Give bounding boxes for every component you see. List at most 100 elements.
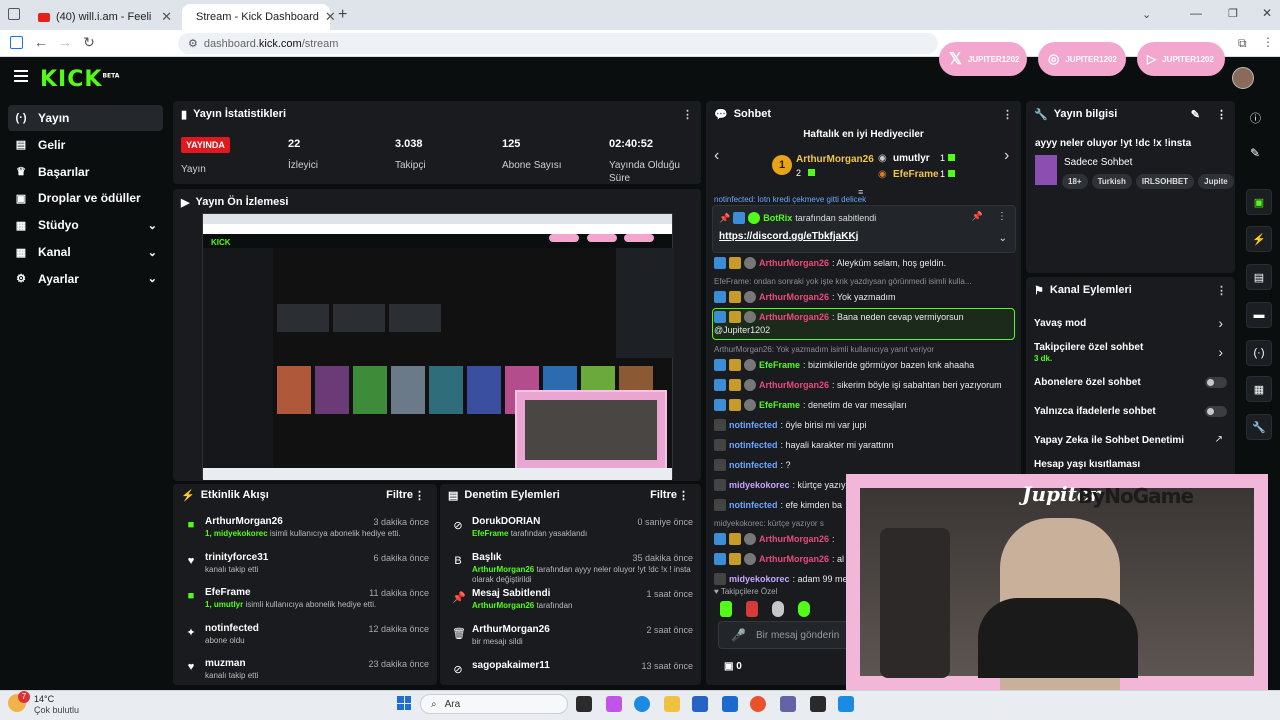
- moderation-event[interactable]: 📌 Mesaj Sabitlendi 1 saat önce ArthurMorgan…: [448, 588, 693, 622]
- store-icon[interactable]: [692, 696, 708, 712]
- sidebar-item[interactable]: ⚙ Ayarlar ⌄: [8, 266, 163, 292]
- hamburger-menu-icon[interactable]: [14, 70, 28, 82]
- moderation-event[interactable]: ⊘ sagopakaimer11 13 saat önce: [448, 660, 693, 685]
- chat-button[interactable]: ▬: [1246, 302, 1272, 328]
- chevron-right-icon[interactable]: ›: [1218, 344, 1223, 360]
- chat-message[interactable]: ArthurMorgan26: Yok yazmadım: [714, 289, 1015, 305]
- address-bar[interactable]: ⚙ dashboard.kick.com/stream: [178, 33, 938, 54]
- account-age-label[interactable]: Hesap yaşı kısıtlaması: [1034, 459, 1140, 470]
- chat-message[interactable]: ArthurMorgan26: Aleyküm selam, hoş geldi…: [714, 255, 1015, 271]
- event-user[interactable]: trinityforce31: [205, 552, 268, 563]
- more-icon[interactable]: ⋮: [1216, 108, 1227, 121]
- chevron-down-icon[interactable]: ⌄: [999, 233, 1007, 244]
- chat-message[interactable]: ArthurMorgan26: sikerim böyle işi sabaht…: [714, 377, 1015, 393]
- chevron-left-icon[interactable]: ‹: [714, 147, 719, 165]
- taskbar-app-icon[interactable]: [838, 696, 854, 712]
- external-link-icon[interactable]: ↗: [1215, 434, 1223, 445]
- event-title[interactable]: sagopakaimer11: [472, 660, 550, 671]
- emote-icon[interactable]: [798, 601, 810, 617]
- unpin-icon[interactable]: 📌: [972, 211, 983, 222]
- activity-event[interactable]: ♥ trinityforce31 6 dakika önce kanalı takip…: [181, 552, 429, 586]
- chat-username[interactable]: midyekokorec: [729, 574, 790, 584]
- site-info-icon[interactable]: ⚙: [188, 37, 198, 50]
- slow-mode-label[interactable]: Yavaş mod: [1034, 318, 1086, 329]
- close-icon[interactable]: ✕: [161, 9, 172, 25]
- sidebar-item[interactable]: ▤ Gelir: [8, 132, 163, 158]
- emote-only-toggle[interactable]: [1205, 406, 1227, 417]
- tab-list-icon[interactable]: ⌄: [1142, 8, 1151, 21]
- event-user[interactable]: ArthurMorgan26: [205, 516, 283, 527]
- chat-username[interactable]: ArthurMorgan26: [759, 292, 829, 302]
- sidebar-item[interactable]: ▦ Stüdyo ⌄: [8, 212, 163, 238]
- document-button[interactable]: ▤: [1246, 264, 1272, 290]
- event-title[interactable]: Başlık: [472, 552, 501, 563]
- event-user[interactable]: muzman: [205, 658, 246, 669]
- pinned-author[interactable]: BotRix: [763, 213, 792, 223]
- chat-message[interactable]: notinfected: hayali karakter mi yarattın…: [714, 437, 1015, 453]
- event-title[interactable]: ArthurMorgan26: [472, 624, 550, 635]
- edge-icon[interactable]: [634, 696, 650, 712]
- more-icon[interactable]: ⋮: [414, 489, 425, 502]
- emote-icon[interactable]: [720, 601, 732, 617]
- sidebar-item[interactable]: (·) Yayın: [8, 105, 163, 131]
- chevron-down-icon[interactable]: ⌄: [148, 272, 157, 285]
- edit-icon[interactable]: ✎: [1191, 108, 1200, 121]
- gifter-name[interactable]: ArthurMorgan26: [796, 154, 874, 165]
- lightning-button[interactable]: ⚡: [1246, 226, 1272, 252]
- chat-username[interactable]: notinfected: [729, 500, 778, 510]
- back-icon[interactable]: ←: [30, 34, 52, 50]
- task-view-icon[interactable]: [576, 696, 592, 712]
- quick-action-button[interactable]: ▣: [1246, 189, 1272, 215]
- avatar[interactable]: [1232, 67, 1254, 89]
- more-icon[interactable]: ⋮: [997, 211, 1007, 222]
- browser-menu-icon[interactable]: ⋮: [1262, 35, 1274, 49]
- emote-icon[interactable]: [772, 601, 784, 617]
- emote-icon[interactable]: [746, 601, 758, 617]
- chat-username[interactable]: notinfected: [729, 460, 778, 470]
- event-user[interactable]: EfeFrame: [205, 587, 251, 598]
- subscribers-only-toggle[interactable]: [1205, 377, 1227, 388]
- tag[interactable]: IRLSOHBET: [1135, 174, 1195, 189]
- moderation-event[interactable]: 🗑 ArthurMorgan26 2 saat önce bir mesajı sil…: [448, 624, 693, 658]
- close-window-icon[interactable]: ✕: [1262, 6, 1272, 20]
- sidebar-item[interactable]: ▦ Kanal ⌄: [8, 239, 163, 265]
- pencil-icon[interactable]: ✎: [1250, 146, 1260, 160]
- activity-event[interactable]: ✦ notinfected 12 dakika önce abone oldu: [181, 623, 429, 657]
- broadcast-button[interactable]: (·): [1246, 340, 1272, 366]
- more-icon[interactable]: ⋮: [1002, 108, 1013, 121]
- gifter-name[interactable]: umutlyr: [893, 153, 930, 164]
- chat-username[interactable]: notinfected: [729, 420, 778, 430]
- tab-actions-icon[interactable]: [8, 8, 20, 20]
- info-icon[interactable]: ⓘ: [1250, 110, 1261, 126]
- chat-username[interactable]: ArthurMorgan26: [759, 312, 829, 322]
- moderation-event[interactable]: B Başlık 35 dakika önce ArthurMorgan26 tara…: [448, 552, 693, 586]
- stream-preview-video[interactable]: KICK: [202, 213, 674, 480]
- taskbar-app-icon[interactable]: [810, 696, 826, 712]
- chat-username[interactable]: midyekokorec: [729, 480, 790, 490]
- teams-icon[interactable]: [780, 696, 796, 712]
- new-tab-icon[interactable]: +: [338, 6, 347, 24]
- windows-start-icon[interactable]: [397, 696, 411, 710]
- browser-tab[interactable]: (40) will.i.am - Feelin' Myself ✕: [30, 4, 180, 30]
- ai-moderation-label[interactable]: Yapay Zeka ile Sohbet Denetimi: [1034, 435, 1184, 446]
- sidebar-item[interactable]: ▣ Droplar ve ödüller: [8, 185, 163, 211]
- taskbar-search[interactable]: ⌕ Ara: [420, 694, 568, 714]
- more-icon[interactable]: ⋮: [1216, 284, 1227, 297]
- event-user[interactable]: notinfected: [205, 623, 259, 634]
- chat-username[interactable]: ArthurMorgan26: [759, 380, 829, 390]
- copilot-icon[interactable]: [606, 696, 622, 712]
- chat-username[interactable]: ArthurMorgan26: [759, 534, 829, 544]
- kick-logo[interactable]: KICKBETA: [40, 67, 119, 92]
- extensions-icon[interactable]: ⧉: [1238, 36, 1247, 51]
- minimize-icon[interactable]: —: [1190, 6, 1202, 20]
- microphone-icon[interactable]: 🎤: [731, 628, 746, 642]
- chevron-down-icon[interactable]: ⌄: [148, 246, 157, 259]
- chevron-right-icon[interactable]: ›: [1004, 147, 1009, 165]
- event-title[interactable]: Mesaj Sabitlendi: [472, 588, 550, 599]
- file-explorer-icon[interactable]: [664, 696, 680, 712]
- gifter-name[interactable]: EfeFrame: [893, 169, 939, 180]
- activity-event[interactable]: ■ ArthurMorgan26 3 dakika önce 1, midyekoko…: [181, 516, 429, 550]
- chat-message[interactable]: notinfected: ?: [714, 457, 1015, 473]
- filter-button[interactable]: Filtre: [650, 489, 677, 501]
- outlook-icon[interactable]: [722, 696, 738, 712]
